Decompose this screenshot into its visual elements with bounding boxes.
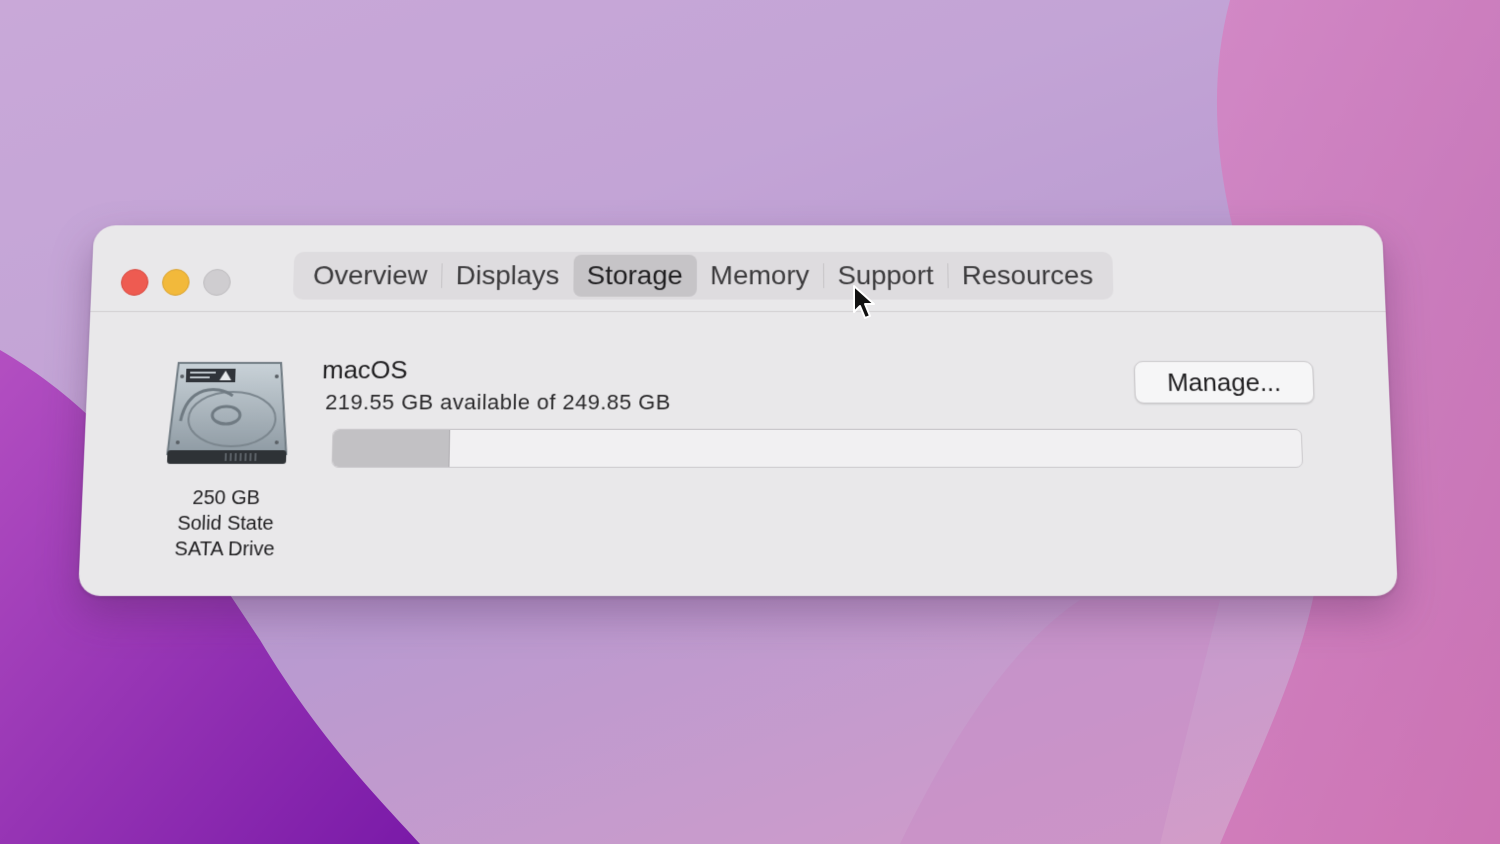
hard-drive-icon [165, 357, 291, 464]
tab-storage[interactable]: Storage [572, 254, 697, 297]
minimize-button[interactable] [161, 269, 191, 296]
drive-description: 250 GB Solid State SATA Drive [149, 485, 301, 562]
about-this-mac-window: Overview Displays Storage Memory Support… [78, 225, 1398, 596]
tab-overview[interactable]: Overview [299, 255, 442, 297]
tab-bar: Overview Displays Storage Memory Support… [292, 251, 1114, 300]
tab-resources[interactable]: Resources [948, 255, 1107, 297]
zoom-button[interactable] [202, 269, 232, 296]
manage-button[interactable]: Manage... [1133, 360, 1315, 404]
close-button[interactable] [120, 269, 149, 296]
tab-memory[interactable]: Memory [696, 255, 823, 297]
volume-name: macOS [321, 355, 408, 385]
volume-availability: 219.55 GB available of 249.85 GB [324, 389, 671, 415]
drive-type-line-2: SATA Drive [174, 538, 275, 561]
mouse-pointer-icon [853, 285, 875, 319]
drive-capacity: 250 GB [192, 487, 261, 509]
tab-displays[interactable]: Displays [442, 255, 574, 297]
titlebar: Overview Displays Storage Memory Support… [90, 225, 1386, 312]
storage-usage-bar [331, 428, 1304, 468]
storage-used-segment [332, 429, 451, 467]
tab-support[interactable]: Support [824, 255, 948, 297]
drive-type-line-1: Solid State [176, 512, 274, 535]
